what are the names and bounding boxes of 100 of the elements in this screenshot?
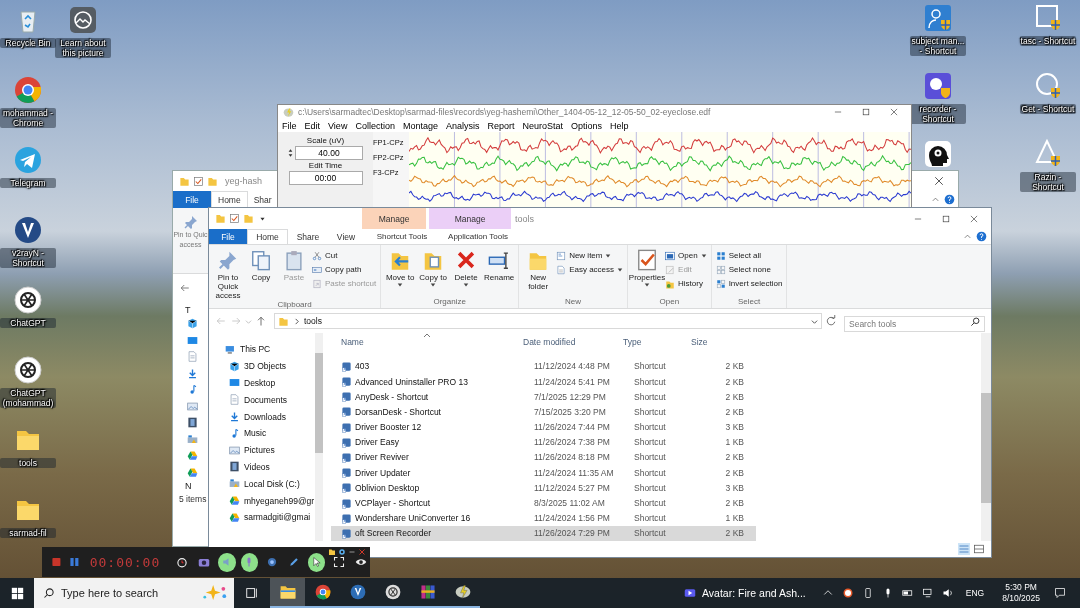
tree-item[interactable]: Local Disk (C:) <box>209 475 315 493</box>
ribbon-button[interactable]: Cut <box>312 249 377 262</box>
language-indicator[interactable]: ENG <box>965 588 985 598</box>
ribbon-tab[interactable]: Share <box>288 229 328 244</box>
ribbon-button[interactable]: Rename <box>484 247 515 297</box>
tree-item[interactable]: This PC <box>209 341 315 358</box>
back-arrow-icon[interactable] <box>179 282 191 294</box>
file-row[interactable]: Wondershare UniConverter 16 11/24/2024 1:56 PM Shortcut 1 KB <box>331 510 756 526</box>
cube-icon[interactable] <box>187 318 198 329</box>
media-icon[interactable] <box>684 587 697 599</box>
maximize-icon[interactable] <box>861 107 871 118</box>
close-icon[interactable] <box>889 107 899 118</box>
triangle-logo-icon[interactable] <box>187 466 198 478</box>
desktop-icon-label[interactable]: v2rayN - Shortcut <box>0 248 56 268</box>
download-icon[interactable] <box>187 367 198 379</box>
scrollbar[interactable] <box>315 333 323 541</box>
large-icons-view-icon[interactable] <box>973 543 985 555</box>
close-icon[interactable] <box>358 548 366 556</box>
scrollbar[interactable] <box>981 333 991 541</box>
close-icon[interactable] <box>969 213 979 224</box>
desktop-icon-label[interactable]: Learn about this picture <box>55 38 111 58</box>
browser-icon[interactable] <box>12 74 44 106</box>
task-view-icon[interactable] <box>245 586 259 600</box>
clock-time[interactable]: 5:30 PM <box>1005 582 1037 593</box>
checkbox-icon[interactable] <box>193 175 204 187</box>
ribbon-tab[interactable]: Home <box>247 229 288 244</box>
taskbar-search-field[interactable]: Type here to search <box>34 578 234 608</box>
film-icon[interactable] <box>187 417 198 428</box>
stop-icon[interactable] <box>50 555 63 569</box>
ribbon-button[interactable]: Copy path <box>312 263 377 276</box>
desktop-icon-label[interactable]: Recycle Bin <box>0 38 56 48</box>
file-row[interactable]: oft Screen Recorder 11/26/2024 7:29 PM Shortcut 2 KB <box>331 525 756 541</box>
network-icon[interactable] <box>921 587 934 599</box>
volume-icon[interactable] <box>941 587 954 599</box>
menu-item[interactable]: Help <box>610 121 629 131</box>
desktop-icon-label[interactable]: ChatGPT <box>0 318 56 328</box>
checkbox-icon[interactable] <box>229 213 240 224</box>
help-icon[interactable] <box>976 231 987 242</box>
settings-icon[interactable] <box>338 548 346 556</box>
ribbon-button[interactable]: Open <box>665 249 707 262</box>
column-header[interactable]: Date modified <box>513 336 613 347</box>
ribbon-button[interactable]: Select all <box>715 249 783 262</box>
time-field[interactable]: 00:00 <box>288 171 363 186</box>
battery-icon[interactable] <box>901 587 914 599</box>
tree-item[interactable]: Desktop <box>209 374 315 392</box>
drive-icon[interactable] <box>187 433 198 445</box>
ribbon-button[interactable]: New folder <box>523 247 554 297</box>
scale-field[interactable]: 40.00 <box>295 146 363 161</box>
spinner-icon[interactable] <box>288 147 293 160</box>
letter-v-icon[interactable] <box>12 214 44 246</box>
tree-item[interactable]: mhyeganeh99@gr <box>209 492 315 509</box>
column-header[interactable]: Type <box>613 336 681 347</box>
circle-icon[interactable] <box>841 587 854 599</box>
ribbon-button[interactable]: History <box>665 277 707 290</box>
ribbon-tab[interactable]: Application Tools <box>437 229 519 244</box>
menu-item[interactable]: Collection <box>355 121 395 131</box>
picture-icon[interactable] <box>67 4 99 36</box>
refresh-icon[interactable] <box>825 315 837 327</box>
recorder-tool-button[interactable] <box>240 552 258 572</box>
file-row[interactable]: VCPlayer - Shortcut 8/3/2025 11:02 AM Shortcut 2 KB <box>331 495 756 511</box>
windows-logo-icon[interactable] <box>11 586 24 600</box>
menu-item[interactable]: Options <box>571 121 603 131</box>
paper-plane-icon[interactable] <box>12 144 44 176</box>
tree-item[interactable]: 3D Objects <box>209 357 315 375</box>
media-title[interactable]: Avatar: Fire and Ash... <box>702 587 806 599</box>
recorder-tool-button[interactable] <box>307 552 326 572</box>
knot-icon[interactable] <box>12 284 44 316</box>
ribbon-tab[interactable]: View <box>328 229 364 244</box>
file-row[interactable]: 403 11/12/2024 4:48 PM Shortcut 2 KB <box>331 358 756 374</box>
search-field[interactable]: Search tools <box>844 316 985 332</box>
taskbar-app-button[interactable] <box>270 578 305 608</box>
ribbon-tab[interactable]: File <box>209 229 247 244</box>
file-row[interactable]: AnyDesk - Shortcut 7/1/2025 12:29 PM Shortcut 2 KB <box>331 389 756 405</box>
menu-item[interactable]: File <box>282 121 297 131</box>
ribbon-button[interactable]: Delete <box>451 247 482 297</box>
ribbon-tab[interactable]: Shar <box>247 191 278 208</box>
file-row[interactable]: Driver Reviver 11/26/2024 8:18 PM Shortcut 2 KB <box>331 449 756 466</box>
tree-item[interactable]: Videos <box>209 458 315 476</box>
desktop-icon-label[interactable]: sarmad-fil <box>0 528 56 538</box>
ribbon-tab[interactable]: Shortcut Tools <box>370 229 434 244</box>
maximize-icon[interactable] <box>941 213 951 224</box>
knot-icon[interactable] <box>12 354 44 386</box>
up-arrow-icon[interactable] <box>255 315 267 327</box>
column-header[interactable]: Size <box>681 336 741 347</box>
head-icon[interactable] <box>922 138 954 170</box>
recorder-tool-button[interactable] <box>218 552 236 572</box>
desktop-icon-label[interactable]: Razin - Shortcut <box>1020 172 1076 192</box>
tree-item[interactable]: Downloads <box>209 408 315 425</box>
file-row[interactable]: Oblivion Desktop 11/12/2024 5:27 PM Shortcut 3 KB <box>331 480 756 496</box>
triangle-logo-icon[interactable] <box>187 450 198 461</box>
bubble-icon[interactable] <box>922 70 954 102</box>
ribbon-button[interactable]: Select none <box>715 263 783 276</box>
tree-item[interactable]: sarmadgiti@gmai <box>209 508 315 526</box>
menu-item[interactable]: Montage <box>402 121 438 131</box>
file-row[interactable]: Advanced Uninstaller PRO 13 11/24/2024 5:41 PM Shortcut 2 KB <box>331 373 756 390</box>
person-shield-icon[interactable] <box>922 2 954 34</box>
tree-item[interactable]: Documents <box>209 391 315 409</box>
monitor-icon[interactable] <box>187 334 198 346</box>
ribbon-button[interactable]: New item <box>556 249 624 262</box>
notification-icon[interactable] <box>1054 587 1066 599</box>
